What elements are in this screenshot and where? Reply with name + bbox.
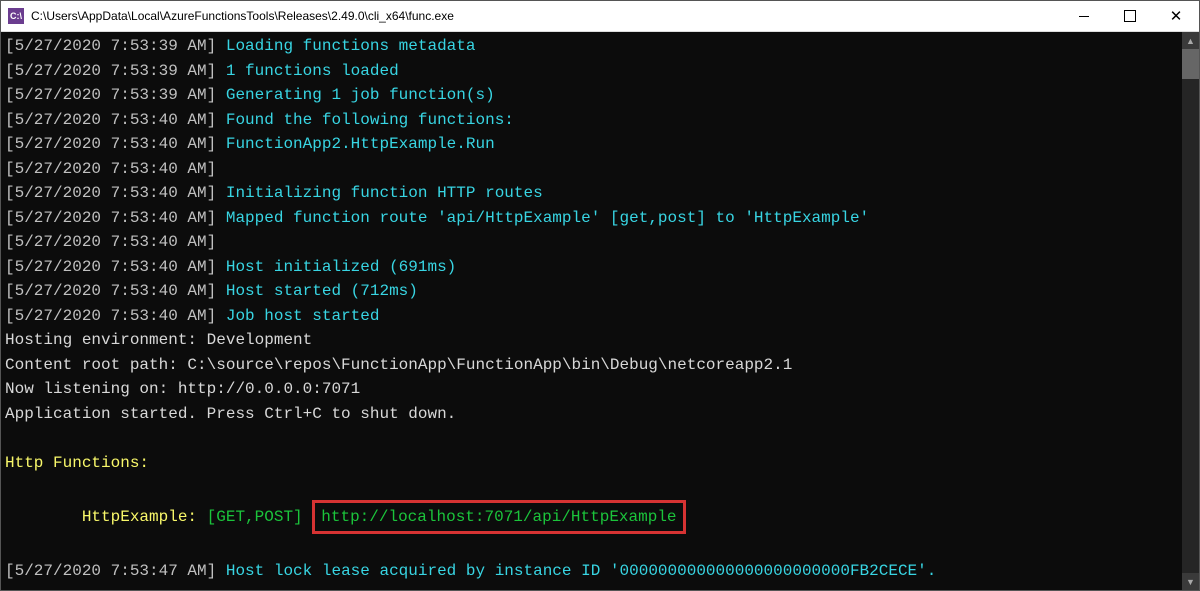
log-message: Initializing function HTTP routes: [226, 184, 543, 202]
log-message: Generating 1 job function(s): [226, 86, 495, 104]
scroll-up-arrow-icon[interactable]: ▲: [1182, 32, 1199, 49]
log-message: Job host started: [226, 307, 380, 325]
log-line: [5/27/2020 7:53:39 AM] Generating 1 job …: [5, 83, 1178, 108]
minimize-button[interactable]: [1061, 1, 1107, 31]
root-path-line: Content root path: C:\source\repos\Funct…: [5, 353, 1178, 378]
http-function-row: HttpExample: [GET,POST] http://localhost…: [5, 500, 1178, 535]
log-line: [5/27/2020 7:53:40 AM] Initializing func…: [5, 181, 1178, 206]
log-message: FunctionApp2.HttpExample.Run: [226, 135, 495, 153]
appstart-line: Application started. Press Ctrl+C to shu…: [5, 402, 1178, 427]
log-line: [5/27/2020 7:53:40 AM] Found the followi…: [5, 108, 1178, 133]
log-timestamp: [5/27/2020 7:53:40 AM]: [5, 258, 226, 276]
func-url[interactable]: http://localhost:7071/api/HttpExample: [321, 508, 676, 526]
log-timestamp: [5/27/2020 7:53:40 AM]: [5, 160, 226, 178]
log-line: [5/27/2020 7:53:40 AM] Host initialized …: [5, 255, 1178, 280]
url-highlight: http://localhost:7071/api/HttpExample: [312, 500, 685, 535]
vertical-scrollbar[interactable]: ▲ ▼: [1182, 32, 1199, 590]
log-line: [5/27/2020 7:53:39 AM] 1 functions loade…: [5, 59, 1178, 84]
log-timestamp: [5/27/2020 7:53:40 AM]: [5, 307, 226, 325]
log-timestamp: [5/27/2020 7:53:39 AM]: [5, 62, 226, 80]
log-line: [5/27/2020 7:53:40 AM] Job host started: [5, 304, 1178, 329]
listening-line: Now listening on: http://0.0.0.0:7071: [5, 377, 1178, 402]
log-line: [5/27/2020 7:53:40 AM] Host started (712…: [5, 279, 1178, 304]
log-line: [5/27/2020 7:53:40 AM]: [5, 157, 1178, 182]
log-line: [5/27/2020 7:53:40 AM]: [5, 230, 1178, 255]
log-message: 1 functions loaded: [226, 62, 399, 80]
log-timestamp: [5/27/2020 7:53:40 AM]: [5, 111, 226, 129]
console-window: C:\ C:\Users\AppData\Local\AzureFunction…: [0, 0, 1200, 591]
http-functions-header: Http Functions:: [5, 451, 1178, 476]
maximize-icon: [1124, 10, 1136, 22]
minimize-icon: [1079, 16, 1089, 17]
log-line: [5/27/2020 7:53:39 AM] Loading functions…: [5, 34, 1178, 59]
scrollbar-thumb[interactable]: [1182, 49, 1199, 79]
blank-line: [5, 534, 1178, 559]
log-timestamp: [5/27/2020 7:53:39 AM]: [5, 37, 226, 55]
log-timestamp: [5/27/2020 7:53:47 AM]: [5, 562, 226, 580]
log-timestamp: [5/27/2020 7:53:40 AM]: [5, 135, 226, 153]
log-timestamp: [5/27/2020 7:53:40 AM]: [5, 209, 226, 227]
app-icon: C:\: [8, 8, 24, 24]
blank-line: [5, 426, 1178, 451]
window-title: C:\Users\AppData\Local\AzureFunctionsToo…: [31, 9, 1061, 23]
log-message: Loading functions metadata: [226, 37, 476, 55]
log-message: Found the following functions:: [226, 111, 514, 129]
log-message: Host lock lease acquired by instance ID …: [226, 562, 937, 580]
log-line: [5/27/2020 7:53:40 AM] FunctionApp2.Http…: [5, 132, 1178, 157]
log-message: Mapped function route 'api/HttpExample' …: [226, 209, 869, 227]
func-indent: [5, 508, 82, 526]
log-timestamp: [5/27/2020 7:53:39 AM]: [5, 86, 226, 104]
scrollbar-track[interactable]: [1182, 49, 1199, 573]
window-controls: ✕: [1061, 1, 1199, 31]
blank-line: [5, 475, 1178, 500]
maximize-button[interactable]: [1107, 1, 1153, 31]
log-message: Host initialized (691ms): [226, 258, 456, 276]
hosting-line: Hosting environment: Development: [5, 328, 1178, 353]
final-log-line: [5/27/2020 7:53:47 AM] Host lock lease a…: [5, 559, 1178, 584]
log-line: [5/27/2020 7:53:40 AM] Mapped function r…: [5, 206, 1178, 231]
scroll-down-arrow-icon[interactable]: ▼: [1182, 573, 1199, 590]
close-button[interactable]: ✕: [1153, 1, 1199, 31]
log-timestamp: [5/27/2020 7:53:40 AM]: [5, 184, 226, 202]
close-icon: ✕: [1170, 7, 1183, 25]
func-methods: [GET,POST]: [207, 508, 313, 526]
func-name: HttpExample:: [82, 508, 207, 526]
titlebar[interactable]: C:\ C:\Users\AppData\Local\AzureFunction…: [1, 1, 1199, 32]
console-output[interactable]: [5/27/2020 7:53:39 AM] Loading functions…: [1, 32, 1182, 590]
log-message: Host started (712ms): [226, 282, 418, 300]
console-wrapper: [5/27/2020 7:53:39 AM] Loading functions…: [1, 32, 1199, 590]
log-timestamp: [5/27/2020 7:53:40 AM]: [5, 233, 226, 251]
log-timestamp: [5/27/2020 7:53:40 AM]: [5, 282, 226, 300]
